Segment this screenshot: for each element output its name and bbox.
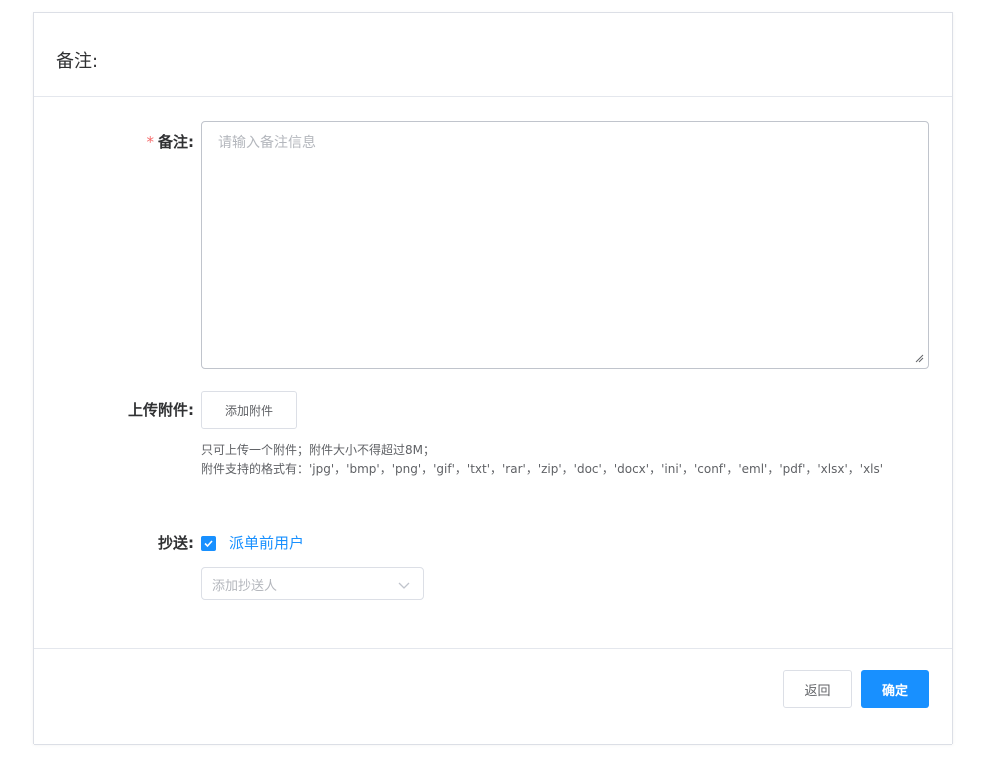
pre-dispatch-user-checkbox[interactable]: [201, 536, 216, 551]
attachment-tip-size: 只可上传一个附件；附件大小不得超过8M；: [201, 443, 435, 457]
attachment-tip-formats: 附件支持的格式有：'jpg'，'bmp'，'png'，'gif'，'txt'，'…: [201, 462, 884, 476]
cc-user-select[interactable]: 添加抄送人: [201, 567, 424, 600]
remark-dialog: 备注: *备注: 上传附件: 添加附件 只可上传一个附件；附件大小不得超过8M；…: [33, 12, 953, 745]
remark-label: * 备注:: [34, 132, 195, 152]
dialog-title: 备注:: [56, 51, 99, 72]
add-attachment-button[interactable]: 添加附件: [201, 391, 297, 429]
dialog-bottom-border: [34, 744, 952, 745]
check-icon: [204, 540, 213, 548]
required-mark: *: [146, 133, 155, 151]
pre-dispatch-user-label[interactable]: 派单前用户: [229, 532, 304, 554]
attachment-label: 上传附件:: [128, 401, 194, 419]
dialog-header: 备注:: [34, 13, 952, 97]
remark-textarea[interactable]: [201, 121, 929, 369]
cc-select-placeholder: 添加抄送人: [212, 579, 278, 594]
remark-label-text: 备注:: [158, 133, 194, 151]
chevron-down-icon: [398, 582, 410, 589]
back-button[interactable]: 返回: [783, 670, 852, 708]
resize-handle-icon[interactable]: [914, 353, 924, 363]
cc-label: 抄送:: [158, 534, 194, 552]
confirm-button[interactable]: 确定: [861, 670, 929, 708]
